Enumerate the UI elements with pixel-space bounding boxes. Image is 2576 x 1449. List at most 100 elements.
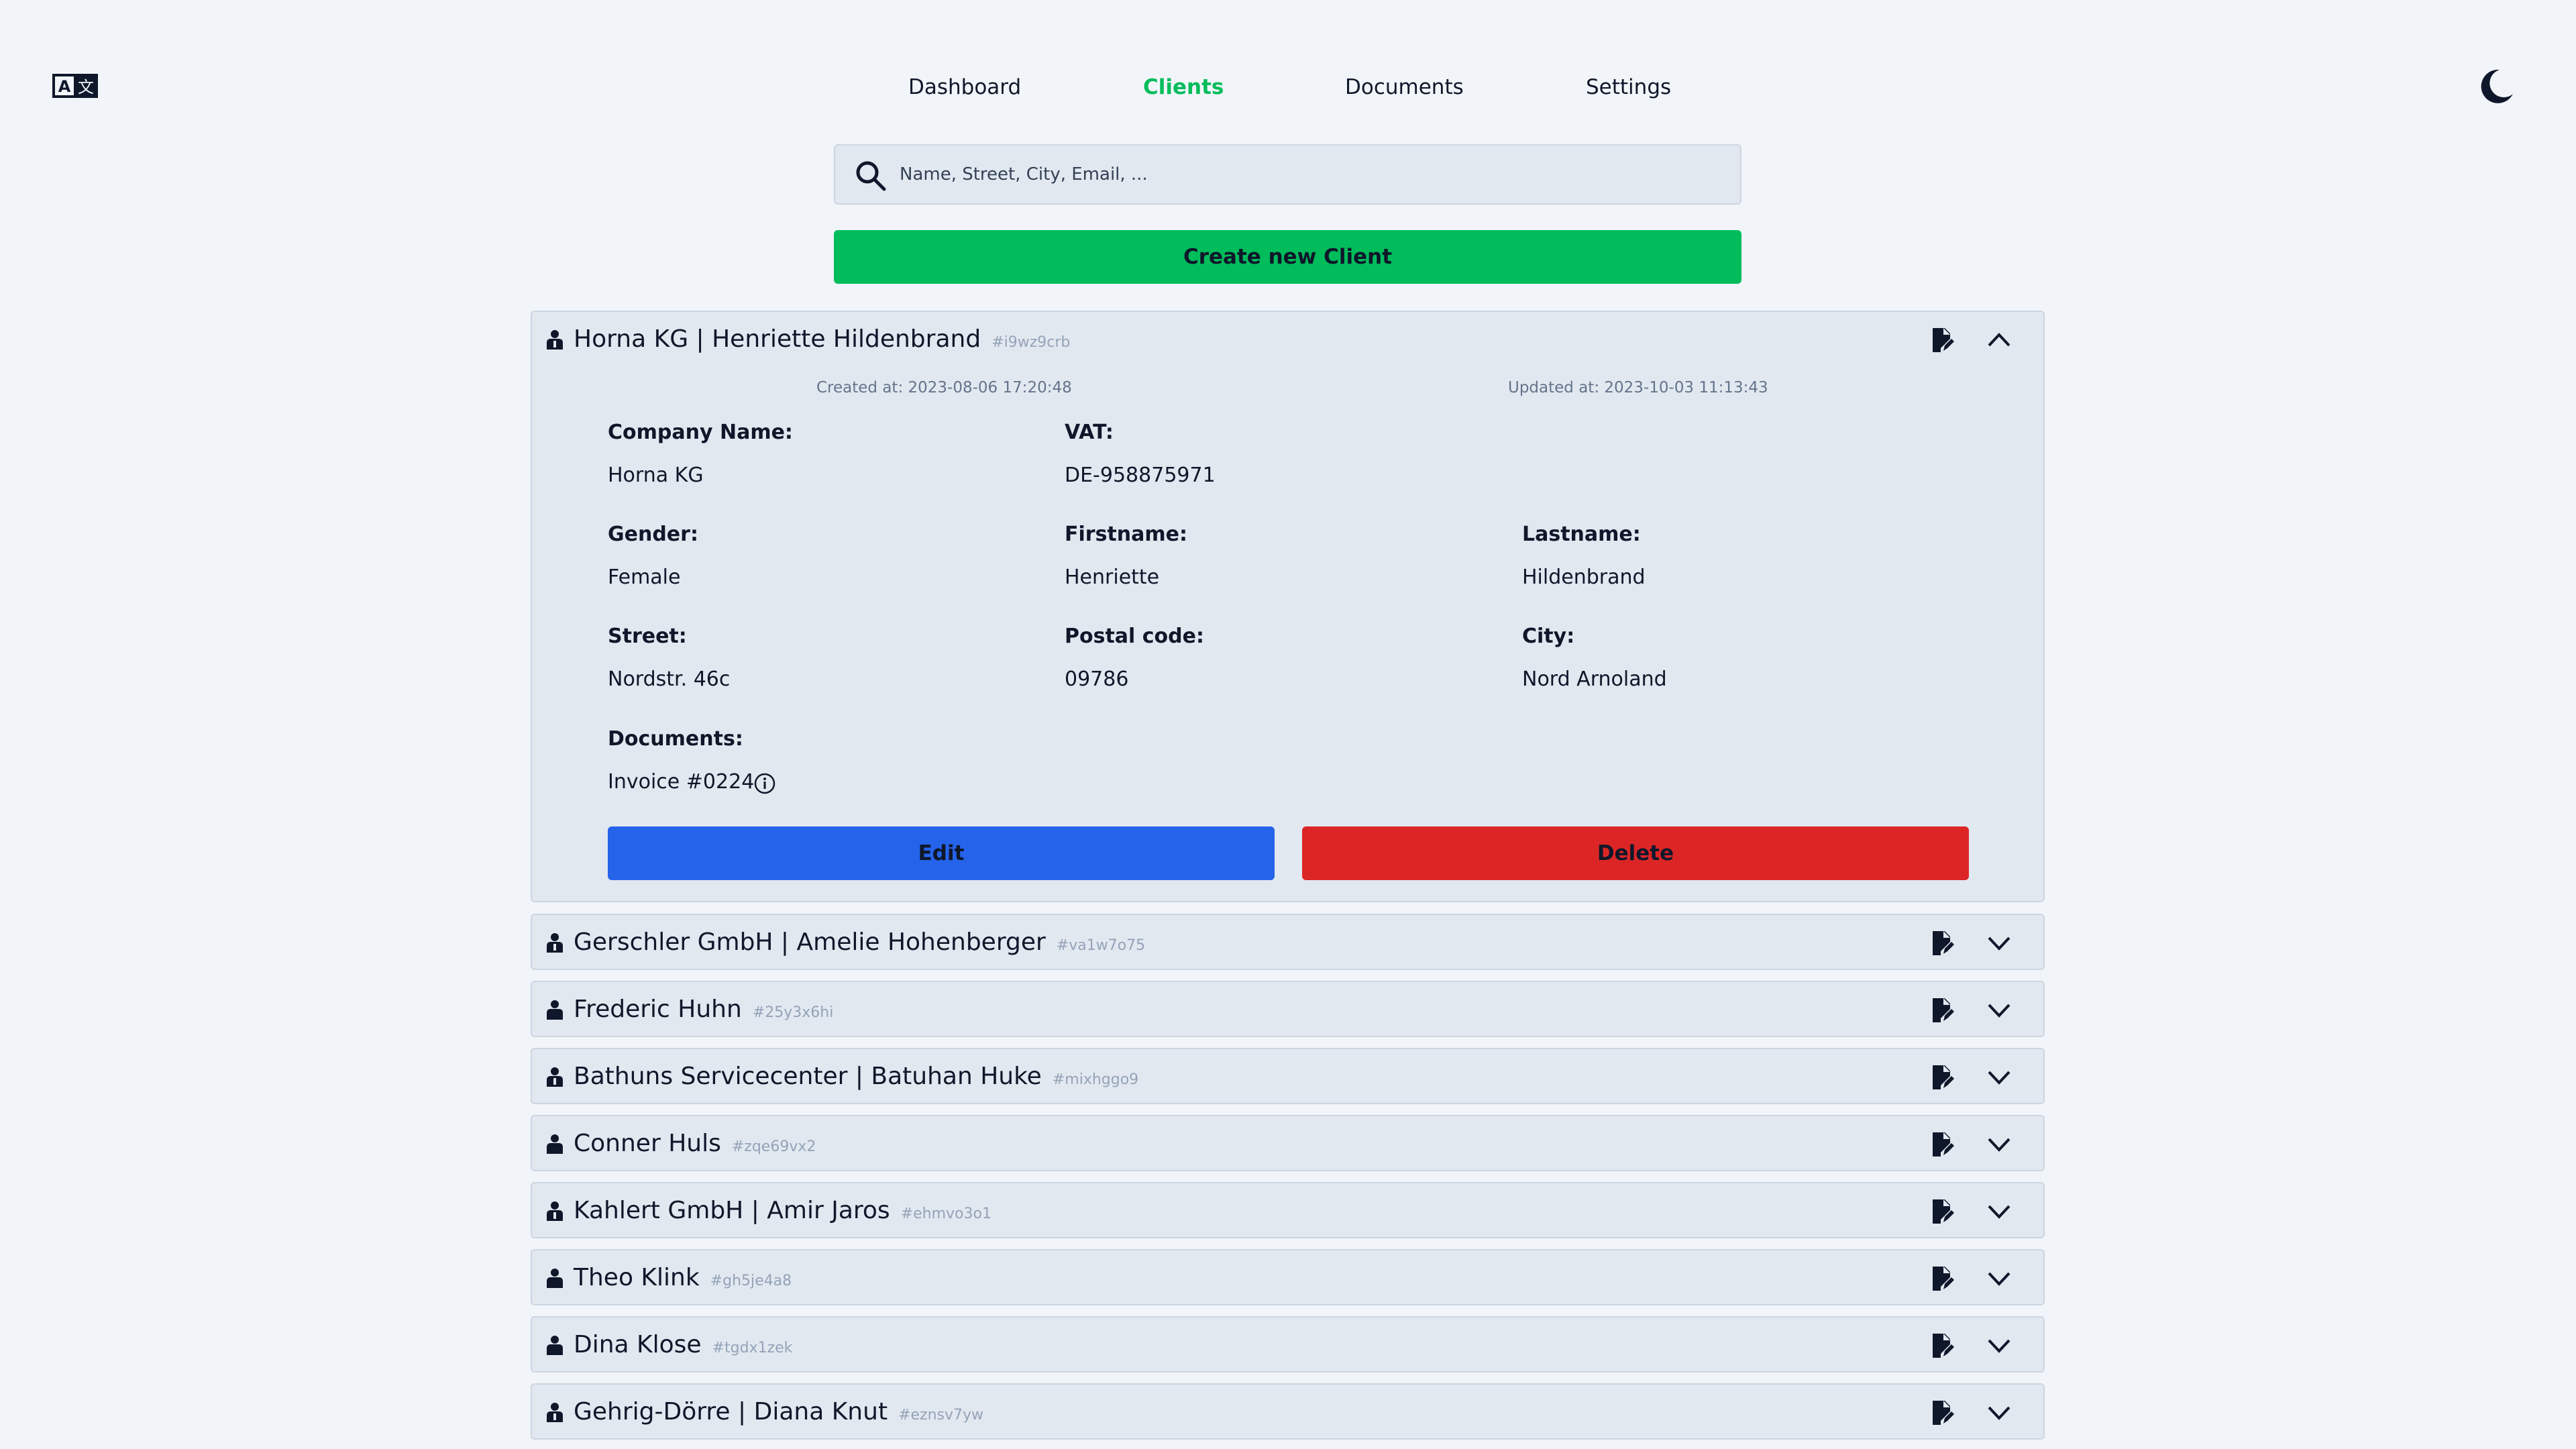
client-header[interactable]: Dina Klose #tgdx1zek xyxy=(532,1318,2043,1373)
gender-value: Female xyxy=(608,566,681,589)
vat-value: DE-958875971 xyxy=(1065,464,1216,487)
client-name: Theo Klink #gh5je4a8 xyxy=(574,1261,792,1298)
postal-code-value: 09786 xyxy=(1065,667,1129,691)
client-id: #va1w7o75 xyxy=(1056,937,1146,954)
company-value: Horna KG xyxy=(608,464,704,487)
client-header[interactable]: Bathuns Servicecenter | Batuhan Huke #mix… xyxy=(532,1049,2043,1104)
person-icon xyxy=(547,1336,563,1355)
company-label: Company Name: xyxy=(608,421,793,444)
client-name-text: Horna KG | Henriette Hildenbrand xyxy=(574,325,981,353)
street-label: Street: xyxy=(608,625,687,648)
delete-button[interactable]: Delete xyxy=(1302,826,1969,880)
client-name: Gerschler GmbH | Amelie Hohenberger #va1w… xyxy=(574,926,1145,963)
lastname-value: Hildenbrand xyxy=(1522,566,1646,589)
client-name-text: Frederic Huhn xyxy=(574,996,742,1023)
client-id: #eznsv7yw xyxy=(898,1407,984,1424)
file-edit-icon[interactable] xyxy=(1931,1132,1954,1157)
nav-dashboard[interactable]: Dashboard xyxy=(908,68,1021,106)
file-edit-icon[interactable] xyxy=(1931,1199,1954,1224)
client-name: Kahlert GmbH | Amir Jaros #ehmvo3o1 xyxy=(574,1194,991,1231)
client-name: Horna KG | Henriette Hildenbrand #i9wz9c… xyxy=(574,323,1070,360)
client-id: #i9wz9crb xyxy=(991,334,1071,351)
client-header[interactable]: Gehrig-Dörre | Diana Knut #eznsv7yw xyxy=(532,1385,2043,1440)
client-header[interactable]: Gerschler GmbH | Amelie Hohenberger #va1w… xyxy=(532,915,2043,970)
chevron-down-icon[interactable] xyxy=(1986,1135,2012,1152)
person-icon xyxy=(547,1134,563,1154)
file-edit-icon[interactable] xyxy=(1931,1267,1954,1291)
client-id: #mixhggo9 xyxy=(1052,1071,1139,1088)
client-name: Bathuns Servicecenter | Batuhan Huke #mix… xyxy=(574,1060,1138,1097)
client-id: #ehmvo3o1 xyxy=(900,1205,991,1222)
client-card[interactable]: Gerschler GmbH | Amelie Hohenberger #va1w… xyxy=(531,914,2045,970)
file-edit-icon[interactable] xyxy=(1931,998,1954,1022)
file-edit-icon[interactable] xyxy=(1931,931,1954,955)
top-bar: A 文 Dashboard Clients Documents Settings xyxy=(0,0,2576,134)
client-card[interactable]: Dina Klose #tgdx1zek xyxy=(531,1316,2045,1373)
firstname-label: Firstname: xyxy=(1065,523,1187,546)
client-id: #gh5je4a8 xyxy=(710,1273,792,1289)
company-person-icon xyxy=(547,1067,563,1087)
client-header[interactable]: Frederic Huhn #25y3x6hi xyxy=(532,982,2043,1037)
client-card-expanded: Horna KG | Henriette Hildenbrand #i9wz9c… xyxy=(531,311,2045,902)
nav-documents[interactable]: Documents xyxy=(1345,68,1464,106)
client-card[interactable]: Conner Huls #zqe69vx2 xyxy=(531,1115,2045,1171)
client-name: Dina Klose #tgdx1zek xyxy=(574,1328,792,1365)
lastname-label: Lastname: xyxy=(1522,523,1641,546)
client-name-text: Kahlert GmbH | Amir Jaros xyxy=(574,1197,890,1224)
client-name-text: Gerschler GmbH | Amelie Hohenberger xyxy=(574,928,1046,956)
company-person-icon xyxy=(547,933,563,953)
search-input[interactable] xyxy=(900,146,1718,203)
client-name: Conner Huls #zqe69vx2 xyxy=(574,1127,816,1164)
company-person-icon xyxy=(547,1403,563,1422)
chevron-down-icon[interactable] xyxy=(1986,1336,2012,1354)
person-icon xyxy=(547,1000,563,1020)
nav-clients[interactable]: Clients xyxy=(1143,68,1224,106)
client-card[interactable]: Theo Klink #gh5je4a8 xyxy=(531,1249,2045,1305)
client-card[interactable]: Kahlert GmbH | Amir Jaros #ehmvo3o1 xyxy=(531,1182,2045,1238)
chevron-down-icon[interactable] xyxy=(1986,1269,2012,1287)
client-card[interactable]: Frederic Huhn #25y3x6hi xyxy=(531,981,2045,1037)
search-bar xyxy=(834,144,1741,205)
file-edit-icon[interactable] xyxy=(1931,1401,1954,1425)
file-edit-icon[interactable] xyxy=(1931,1065,1954,1089)
client-card[interactable]: Bathuns Servicecenter | Batuhan Huke #mix… xyxy=(531,1048,2045,1104)
chevron-down-icon[interactable] xyxy=(1986,934,2012,951)
street-value: Nordstr. 46c xyxy=(608,667,731,691)
client-header[interactable]: Theo Klink #gh5je4a8 xyxy=(532,1250,2043,1305)
company-person-icon xyxy=(547,1201,563,1221)
edit-button[interactable]: Edit xyxy=(608,826,1275,880)
client-id: #zqe69vx2 xyxy=(731,1138,816,1155)
search-icon xyxy=(856,161,886,191)
client-header[interactable]: Horna KG | Henriette Hildenbrand #i9wz9c… xyxy=(532,312,2043,367)
created-at: Created at: 2023-08-06 17:20:48 xyxy=(816,379,1072,396)
client-id: #25y3x6hi xyxy=(752,1004,834,1021)
gender-label: Gender: xyxy=(608,523,698,546)
vat-label: VAT: xyxy=(1065,421,1114,444)
company-person-icon xyxy=(547,330,563,350)
client-name-text: Theo Klink xyxy=(574,1264,700,1291)
file-edit-icon[interactable] xyxy=(1931,328,1954,352)
document-link[interactable]: Invoice #0224 xyxy=(608,770,754,794)
client-id: #tgdx1zek xyxy=(712,1340,793,1356)
firstname-value: Henriette xyxy=(1065,566,1160,589)
chevron-down-icon[interactable] xyxy=(1986,1001,2012,1018)
chevron-down-icon[interactable] xyxy=(1986,1403,2012,1421)
client-name: Gehrig-Dörre | Diana Knut #eznsv7yw xyxy=(574,1395,983,1432)
chevron-down-icon[interactable] xyxy=(1986,1068,2012,1085)
client-name-text: Bathuns Servicecenter | Batuhan Huke xyxy=(574,1063,1042,1090)
client-card[interactable]: Gehrig-Dörre | Diana Knut #eznsv7yw xyxy=(531,1383,2045,1440)
client-header[interactable]: Kahlert GmbH | Amir Jaros #ehmvo3o1 xyxy=(532,1183,2043,1238)
city-label: City: xyxy=(1522,625,1575,648)
updated-at: Updated at: 2023-10-03 11:13:43 xyxy=(1508,379,1768,396)
moon-icon[interactable] xyxy=(2477,67,2516,106)
city-value: Nord Arnoland xyxy=(1522,667,1667,691)
client-name-text: Dina Klose xyxy=(574,1331,702,1358)
postal-code-label: Postal code: xyxy=(1065,625,1204,648)
create-client-button[interactable]: Create new Client xyxy=(834,230,1741,284)
file-edit-icon[interactable] xyxy=(1931,1334,1954,1358)
info-icon[interactable] xyxy=(753,772,776,795)
nav-settings[interactable]: Settings xyxy=(1586,68,1671,106)
chevron-down-icon[interactable] xyxy=(1986,1202,2012,1220)
chevron-up-icon[interactable] xyxy=(1986,331,2012,348)
client-header[interactable]: Conner Huls #zqe69vx2 xyxy=(532,1116,2043,1171)
